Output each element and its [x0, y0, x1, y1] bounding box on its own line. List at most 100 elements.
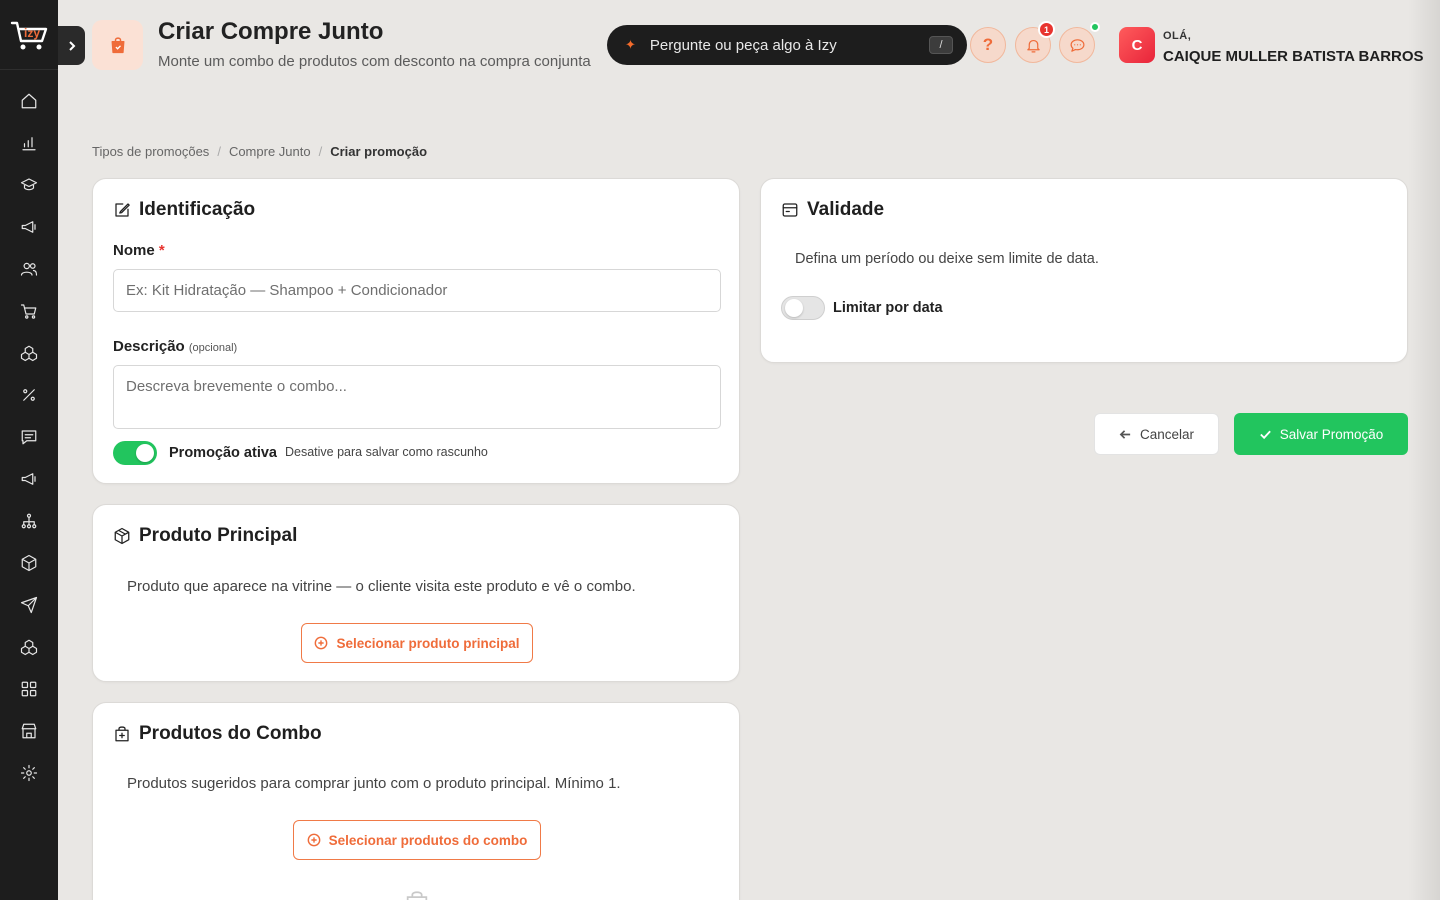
- sidebar-item-kits[interactable]: [19, 637, 39, 657]
- description-label-text: Descrição: [113, 338, 185, 355]
- sidebar: izy: [0, 0, 58, 900]
- toggle-knob: [785, 299, 803, 317]
- avatar[interactable]: C: [1119, 27, 1155, 63]
- produto-principal-card: Produto Principal Produto que aparece na…: [92, 504, 740, 682]
- promotion-name-input[interactable]: [113, 269, 721, 312]
- produto-principal-title: Produto Principal: [113, 525, 297, 547]
- home-icon: [21, 93, 37, 109]
- greeting-text: OLÁ,: [1163, 30, 1192, 42]
- store-icon: [21, 723, 37, 739]
- edge-shadow: [1408, 0, 1440, 900]
- chat-button[interactable]: [1059, 22, 1100, 63]
- breadcrumb-item-compre-junto[interactable]: Compre Junto: [229, 144, 311, 159]
- breadcrumb-separator: /: [217, 144, 221, 159]
- limit-by-date-label: Limitar por data: [833, 300, 943, 316]
- validade-title-text: Validade: [807, 199, 885, 220]
- sidebar-item-home[interactable]: [19, 91, 39, 111]
- ai-search-bar[interactable]: ✦ Pergunte ou peça algo à Izy /: [607, 25, 967, 65]
- produtos-combo-title-text: Produtos do Combo: [139, 723, 322, 744]
- graduation-cap-icon: [20, 178, 38, 191]
- empty-bag-icon: [406, 891, 428, 900]
- produto-principal-description: Produto que aparece na vitrine — o clien…: [127, 578, 636, 595]
- sidebar-item-products[interactable]: [19, 343, 39, 363]
- identificacao-card: Identificação Nome * Descrição (opcional…: [92, 178, 740, 484]
- cart-icon: [20, 304, 37, 319]
- package-icon: [21, 554, 37, 572]
- produtos-combo-card: Produtos do Combo Produtos sugeridos par…: [92, 702, 740, 900]
- page-icon: [92, 20, 143, 70]
- sidebar-item-send[interactable]: [19, 595, 39, 615]
- percent-icon: [23, 389, 35, 401]
- produto-principal-title-text: Produto Principal: [139, 525, 298, 546]
- sidebar-item-network[interactable]: [19, 511, 39, 531]
- identificacao-title-text: Identificação: [139, 199, 256, 220]
- select-combo-products-label: Selecionar produtos do combo: [328, 832, 528, 848]
- boxes-icon: [20, 639, 38, 656]
- chat-bubble-icon: [1070, 38, 1084, 52]
- sidebar-expand-button[interactable]: [58, 26, 85, 65]
- cancel-button-label: Cancelar: [1139, 426, 1195, 442]
- save-promotion-label: Salvar Promoção: [1279, 426, 1384, 442]
- check-icon: [1259, 430, 1271, 439]
- description-label: Descrição (opcional): [113, 338, 237, 355]
- izy-logo[interactable]: izy: [0, 0, 58, 70]
- sidebar-item-campaigns[interactable]: [19, 469, 39, 489]
- breadcrumb: Tipos de promoções / Compre Junto / Cria…: [92, 144, 427, 159]
- promotion-active-toggle[interactable]: [113, 441, 157, 465]
- bell-icon: [1026, 39, 1040, 52]
- ai-search-placeholder: Pergunte ou peça algo à Izy: [649, 36, 837, 54]
- edit-icon: [115, 203, 130, 217]
- toggle-knob: [136, 444, 154, 462]
- promotion-active-hint: Desative para salvar como rascunho: [285, 445, 488, 459]
- user-name[interactable]: CAIQUE MULLER BATISTA BARROS: [1163, 48, 1424, 65]
- breadcrumb-item-promotion-types[interactable]: Tipos de promoções: [92, 144, 209, 159]
- sidebar-item-academy[interactable]: [19, 175, 39, 195]
- sidebar-item-apps[interactable]: [19, 679, 39, 699]
- arrow-left-icon: [1119, 429, 1131, 439]
- select-main-product-button[interactable]: Selecionar produto principal: [301, 623, 533, 663]
- calendar-icon: [782, 203, 798, 217]
- optional-marker: (opcional): [188, 342, 238, 354]
- chevron-right-icon: [68, 40, 75, 51]
- sparkle-icon: ✦: [625, 37, 636, 52]
- notification-count-badge: 1: [1038, 21, 1055, 38]
- grid-icon: [21, 681, 37, 697]
- gear-icon: [20, 764, 38, 782]
- validade-title: Validade: [781, 199, 884, 221]
- sidebar-item-marketing[interactable]: [19, 217, 39, 237]
- sidebar-item-orders[interactable]: [19, 301, 39, 321]
- page-title: Criar Compre Junto: [158, 18, 384, 45]
- notifications-button[interactable]: 1: [1015, 21, 1055, 63]
- network-icon: [21, 513, 37, 529]
- validade-card: Validade Defina um período ou deixe sem …: [760, 178, 1408, 363]
- help-button[interactable]: ?: [970, 27, 1006, 63]
- sidebar-item-inventory[interactable]: [19, 553, 39, 573]
- identificacao-title: Identificação: [113, 199, 255, 221]
- shortcut-key-hint: /: [929, 36, 953, 54]
- message-icon: [21, 430, 37, 445]
- select-combo-products-button[interactable]: Selecionar produtos do combo: [293, 820, 541, 860]
- sidebar-item-customers[interactable]: [19, 259, 39, 279]
- promotion-description-input[interactable]: [113, 365, 721, 429]
- megaphone-icon: [21, 473, 36, 485]
- save-promotion-button[interactable]: Salvar Promoção: [1234, 413, 1408, 455]
- megaphone-icon: [21, 221, 36, 233]
- sidebar-item-settings[interactable]: [19, 763, 39, 783]
- validade-description: Defina um período ou deixe sem limite de…: [795, 251, 1099, 267]
- plus-circle-icon: [315, 636, 328, 650]
- name-label: Nome *: [113, 242, 165, 259]
- produtos-combo-description: Produtos sugeridos para comprar junto co…: [127, 775, 621, 792]
- sidebar-item-reports[interactable]: [19, 133, 39, 153]
- online-status-dot: [1090, 22, 1100, 32]
- shopping-bag-plus-icon: [115, 726, 129, 742]
- cancel-button[interactable]: Cancelar: [1094, 413, 1219, 455]
- shopping-bag-icon: [111, 37, 124, 54]
- sidebar-item-messages[interactable]: [19, 427, 39, 447]
- boxes-icon: [20, 345, 38, 362]
- cart-logo-icon: izy: [10, 21, 48, 49]
- sidebar-item-promotions[interactable]: [19, 385, 39, 405]
- required-marker: *: [158, 242, 165, 259]
- sidebar-item-store[interactable]: [19, 721, 39, 741]
- plus-circle-icon: [307, 833, 320, 847]
- limit-by-date-toggle[interactable]: [781, 296, 825, 320]
